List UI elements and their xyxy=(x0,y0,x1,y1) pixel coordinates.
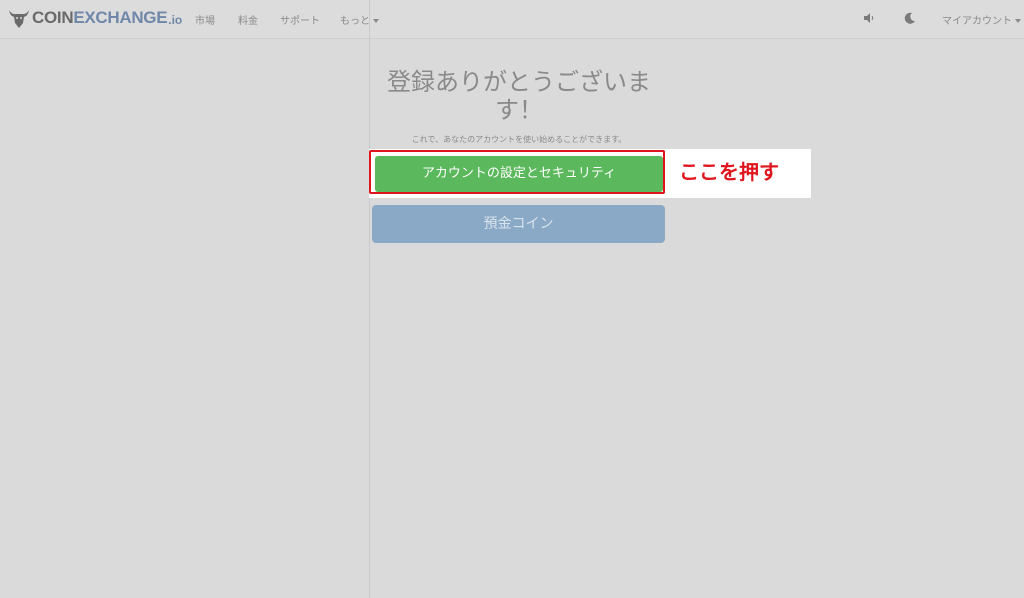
chevron-down-icon xyxy=(1015,19,1021,23)
my-account-label: マイアカウント xyxy=(942,16,1012,27)
top-navbar: COIN EXCHANGE .io 市場 料金 サポート もっと マイアカウント xyxy=(0,0,1024,39)
logo-text-exchange: EXCHANGE xyxy=(73,8,168,27)
logo-text-domain: .io xyxy=(168,13,183,27)
nav-more-label: もっと xyxy=(340,16,370,27)
my-account-dropdown[interactable]: マイアカウント xyxy=(942,12,1021,27)
volume-icon[interactable] xyxy=(862,11,876,25)
bull-logo-icon xyxy=(9,10,29,28)
page-title-line1: 登録ありがとうございま xyxy=(387,68,651,96)
account-settings-security-button[interactable]: アカウントの設定とセキュリティ xyxy=(375,156,663,192)
page-title-line2: す！ xyxy=(495,96,543,124)
nav-more-dropdown[interactable]: もっと xyxy=(340,12,379,27)
moon-icon[interactable] xyxy=(903,11,917,25)
column-divider xyxy=(369,0,370,598)
deposit-coins-button[interactable]: 預金コイン xyxy=(372,205,665,243)
nav-markets[interactable]: 市場 xyxy=(195,12,215,27)
nav-support[interactable]: サポート xyxy=(280,12,320,27)
nav-fees[interactable]: 料金 xyxy=(238,12,258,27)
page-title: 登録ありがとうございま す！ xyxy=(372,68,666,124)
page: COIN EXCHANGE .io 市場 料金 サポート もっと マイアカウント… xyxy=(0,0,1024,598)
chevron-down-icon xyxy=(373,19,379,23)
site-logo[interactable]: COIN EXCHANGE .io xyxy=(8,6,182,30)
annotation-label: ここを押す xyxy=(679,160,779,184)
logo-text-coin: COIN xyxy=(32,8,74,27)
page-subtitle: これで、あなたのアカウントを使い始めることができます。 xyxy=(411,135,627,144)
